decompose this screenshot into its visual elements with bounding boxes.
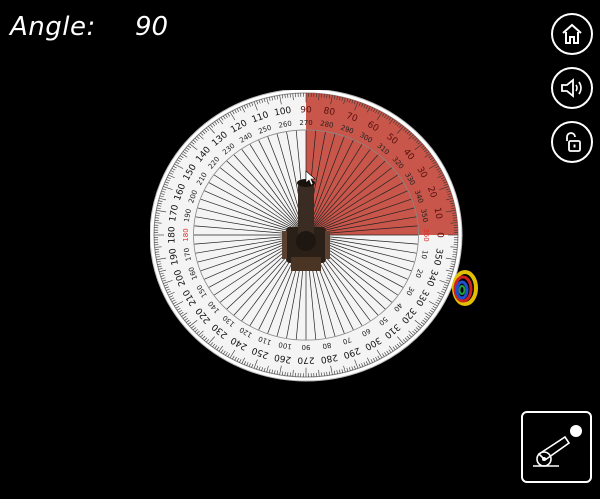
inner-tick-label: 360 bbox=[422, 228, 430, 241]
inner-tick-label: 90 bbox=[302, 343, 311, 351]
angle-label: Angle: bbox=[10, 12, 96, 42]
cannon-icon bbox=[532, 425, 582, 467]
outer-tick-label: 80 bbox=[323, 106, 336, 118]
inner-tick-label: 10 bbox=[419, 249, 428, 259]
speaker-icon bbox=[561, 78, 582, 98]
home-button[interactable] bbox=[551, 13, 593, 55]
outer-tick-label: 270 bbox=[297, 355, 314, 365]
inner-tick-label: 80 bbox=[322, 341, 332, 350]
outer-tick-label: 0 bbox=[435, 232, 445, 238]
outer-tick-label: 180 bbox=[168, 226, 178, 243]
sound-button[interactable] bbox=[551, 67, 593, 109]
lock-button[interactable] bbox=[551, 121, 593, 163]
outer-tick-label: 10 bbox=[432, 207, 444, 220]
fire-button[interactable] bbox=[521, 411, 592, 483]
outer-tick-label: 90 bbox=[300, 105, 312, 115]
inner-tick-label: 270 bbox=[299, 119, 312, 127]
color-wheel-icon[interactable] bbox=[450, 268, 480, 308]
angle-value: 90 bbox=[135, 12, 169, 42]
inner-tick-label: 180 bbox=[182, 228, 190, 241]
protractor[interactable]: 0102030405060708090100110120130140150160… bbox=[150, 90, 470, 390]
unlock-icon bbox=[566, 132, 581, 152]
home-icon bbox=[562, 23, 582, 44]
